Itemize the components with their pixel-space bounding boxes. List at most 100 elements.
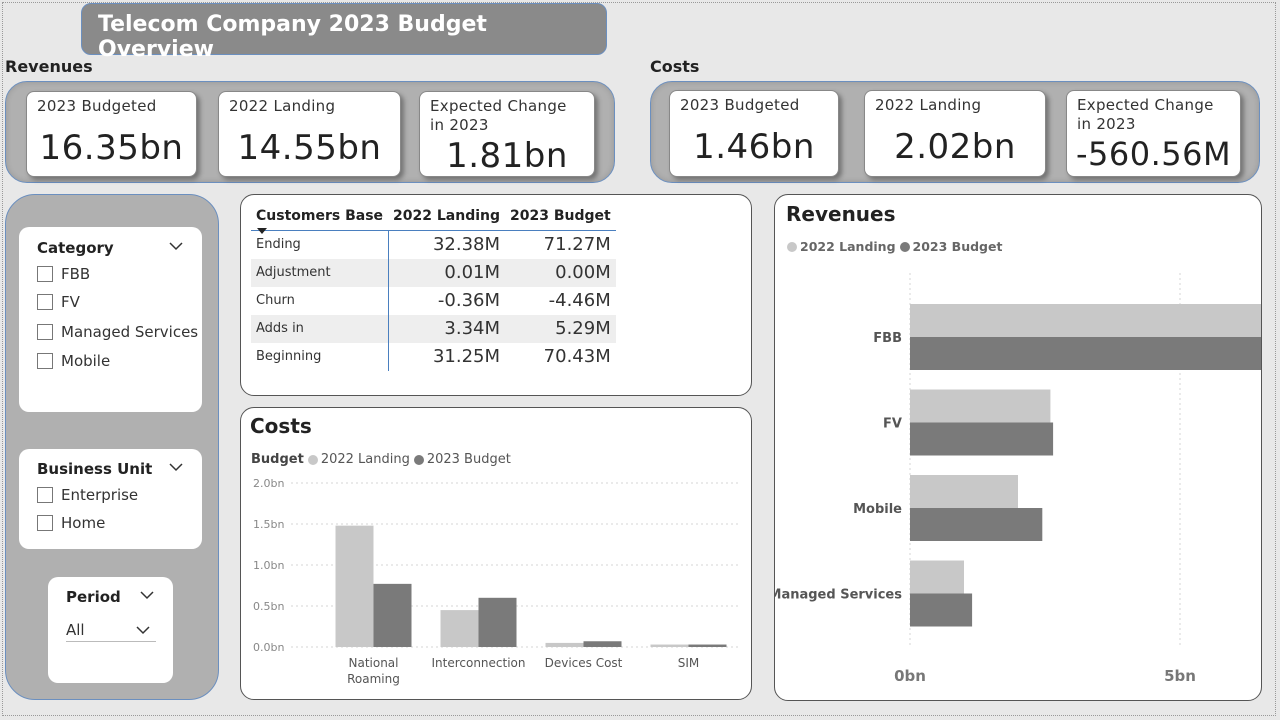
table-row: Adds in 3.34M 5.29M xyxy=(251,314,616,343)
option-label: Mobile xyxy=(61,352,111,370)
checkbox[interactable] xyxy=(37,294,53,310)
x-tick-label: National xyxy=(348,656,398,670)
chevron-down-icon[interactable] xyxy=(140,590,154,600)
checkbox[interactable] xyxy=(37,487,53,503)
column-header-2023-budget[interactable]: 2023 Budget xyxy=(505,203,616,231)
checkbox[interactable] xyxy=(37,353,53,369)
option-label: Enterprise xyxy=(61,486,139,504)
legend-label: 2022 Landing xyxy=(320,452,410,467)
y-tick-label: Mobile xyxy=(853,502,902,517)
period-selected-value: All xyxy=(66,621,85,639)
bar-budget xyxy=(910,593,973,627)
category-option-fv[interactable]: FV xyxy=(37,293,80,311)
revenues-chart: 0bn5bn10bnFBBFVMobileManaged Services xyxy=(775,273,1261,685)
option-label: FV xyxy=(61,293,80,311)
kpi-label: Expected Change in 2023 xyxy=(1077,96,1214,133)
legend-dot xyxy=(787,241,797,252)
table-row: Ending 32.38M 71.27M xyxy=(251,230,616,259)
column-header-2022-landing[interactable]: 2022 Landing xyxy=(388,203,506,231)
option-label: Managed Services xyxy=(61,323,199,341)
legend-item-landing[interactable]: 2022 Landing xyxy=(787,239,896,254)
bar-landing xyxy=(910,304,1261,337)
y-tick-label: 2.0bn xyxy=(253,477,284,490)
period-slicer-title: Period xyxy=(66,588,121,606)
cell-landing: 31.25M xyxy=(432,346,501,367)
kpi-label: 2022 Landing xyxy=(875,96,982,114)
customers-table-panel: Customers Base 2022 Landing 2023 Budget … xyxy=(240,194,752,396)
y-tick-label: 1.5bn xyxy=(253,518,284,531)
business-unit-option-enterprise[interactable]: Enterprise xyxy=(37,486,138,504)
page-title: Telecom Company 2023 Budget Overview xyxy=(81,3,607,62)
kpi-label: Expected Change in 2023 xyxy=(430,97,567,134)
costs-kpi-group: 2023 Budgeted 1.46bn 2022 Landing 2.02bn… xyxy=(650,81,1260,183)
revenue-budgeted-card[interactable]: 2023 Budgeted 16.35bn xyxy=(26,91,197,177)
business-unit-slicer-title: Business Unit xyxy=(37,460,153,478)
cell-budget: -4.46M xyxy=(548,290,611,311)
kpi-value: 16.35bn xyxy=(39,128,184,168)
bar-budget xyxy=(373,583,412,647)
cost-landing-card[interactable]: 2022 Landing 2.02bn xyxy=(864,90,1046,177)
y-tick-label: 0.0bn xyxy=(253,641,284,654)
y-tick-label: FV xyxy=(883,417,902,432)
option-label: FBB xyxy=(61,265,91,283)
checkbox[interactable] xyxy=(37,324,53,340)
cell-landing: 0.01M xyxy=(388,258,506,287)
period-dropdown[interactable]: All xyxy=(66,616,156,642)
category-option-fbb[interactable]: FBB xyxy=(37,265,90,283)
kpi-label: 2023 Budgeted xyxy=(37,97,157,115)
chevron-down-icon[interactable] xyxy=(136,625,150,635)
row-label: Adds in xyxy=(251,314,389,343)
bar-budget xyxy=(478,597,517,647)
chevron-down-icon[interactable] xyxy=(169,241,183,251)
cell-budget: 5.29M xyxy=(505,314,616,343)
kpi-value: -560.56M xyxy=(1075,135,1232,173)
business-unit-slicer: Business Unit Enterprise Home xyxy=(19,449,202,549)
legend-dot xyxy=(307,454,318,465)
cell-landing: -0.36M xyxy=(437,290,501,311)
cost-budgeted-card[interactable]: 2023 Budgeted 1.46bn xyxy=(669,90,839,177)
bar-landing xyxy=(650,644,689,647)
revenue-change-card[interactable]: Expected Change in 2023 1.81bn xyxy=(419,91,595,177)
costs-chart: 0.0bn 0.5bn 1.0bn 1.5bn 2.0bn National Roaming… xyxy=(253,477,741,686)
row-label: Churn xyxy=(251,286,389,315)
legend-item-budget[interactable]: 2023 Budget xyxy=(413,452,511,467)
revenues-chart-panel: Revenues 2022 Landing 2023 Budget 0bn 5bn… xyxy=(774,194,1262,701)
legend-item-budget[interactable]: 2023 Budget xyxy=(899,239,1003,254)
kpi-value: 2.02bn xyxy=(894,127,1016,167)
revenue-landing-card[interactable]: 2022 Landing 14.55bn xyxy=(218,91,401,177)
row-label: Beginning xyxy=(251,342,389,371)
kpi-value: 1.81bn xyxy=(446,136,568,176)
bar-landing xyxy=(440,610,479,647)
bar-landing xyxy=(545,642,584,647)
cost-change-card[interactable]: Expected Change in 2023 -560.56M xyxy=(1066,90,1241,177)
legend-dot xyxy=(899,241,910,252)
revenues-section-label: Revenues xyxy=(5,57,93,76)
bar-landing xyxy=(910,389,1051,423)
checkbox[interactable] xyxy=(37,266,53,282)
legend-label: 2023 Budget xyxy=(426,452,511,467)
category-option-mobile[interactable]: Mobile xyxy=(37,352,110,370)
legend-dot xyxy=(413,454,424,465)
x-tick-label: 5bn xyxy=(1164,667,1196,685)
category-option-managed-services[interactable]: Managed Services xyxy=(37,323,198,341)
y-tick-label: 0.5bn xyxy=(253,600,284,613)
option-label: Home xyxy=(61,514,106,532)
bar-budget xyxy=(910,508,1043,541)
table-row: Adjustment 0.01M 0.00M xyxy=(251,258,616,287)
column-header-customers-base[interactable]: Customers Base xyxy=(251,203,389,231)
checkbox[interactable] xyxy=(37,515,53,531)
sort-descending-icon[interactable] xyxy=(257,228,267,234)
bar-landing xyxy=(910,475,1018,508)
business-unit-option-home[interactable]: Home xyxy=(37,514,105,532)
customers-table: Customers Base 2022 Landing 2023 Budget … xyxy=(251,203,616,371)
cell-budget: 0.00M xyxy=(505,258,616,287)
revenues-kpi-group: 2023 Budgeted 16.35bn 2022 Landing 14.55… xyxy=(5,81,615,183)
legend-label: 2023 Budget xyxy=(912,239,1003,254)
costs-chart-legend: Budget 2022 Landing 2023 Budget xyxy=(251,452,511,467)
table-row: Beginning 31.25M 70.43M xyxy=(251,342,616,371)
legend-item-landing[interactable]: 2022 Landing xyxy=(307,452,410,467)
cell-budget: 71.27M xyxy=(543,234,611,256)
chevron-down-icon[interactable] xyxy=(169,462,183,472)
category-slicer-title: Category xyxy=(37,239,114,257)
revenues-chart-legend: 2022 Landing 2023 Budget xyxy=(787,239,1002,254)
